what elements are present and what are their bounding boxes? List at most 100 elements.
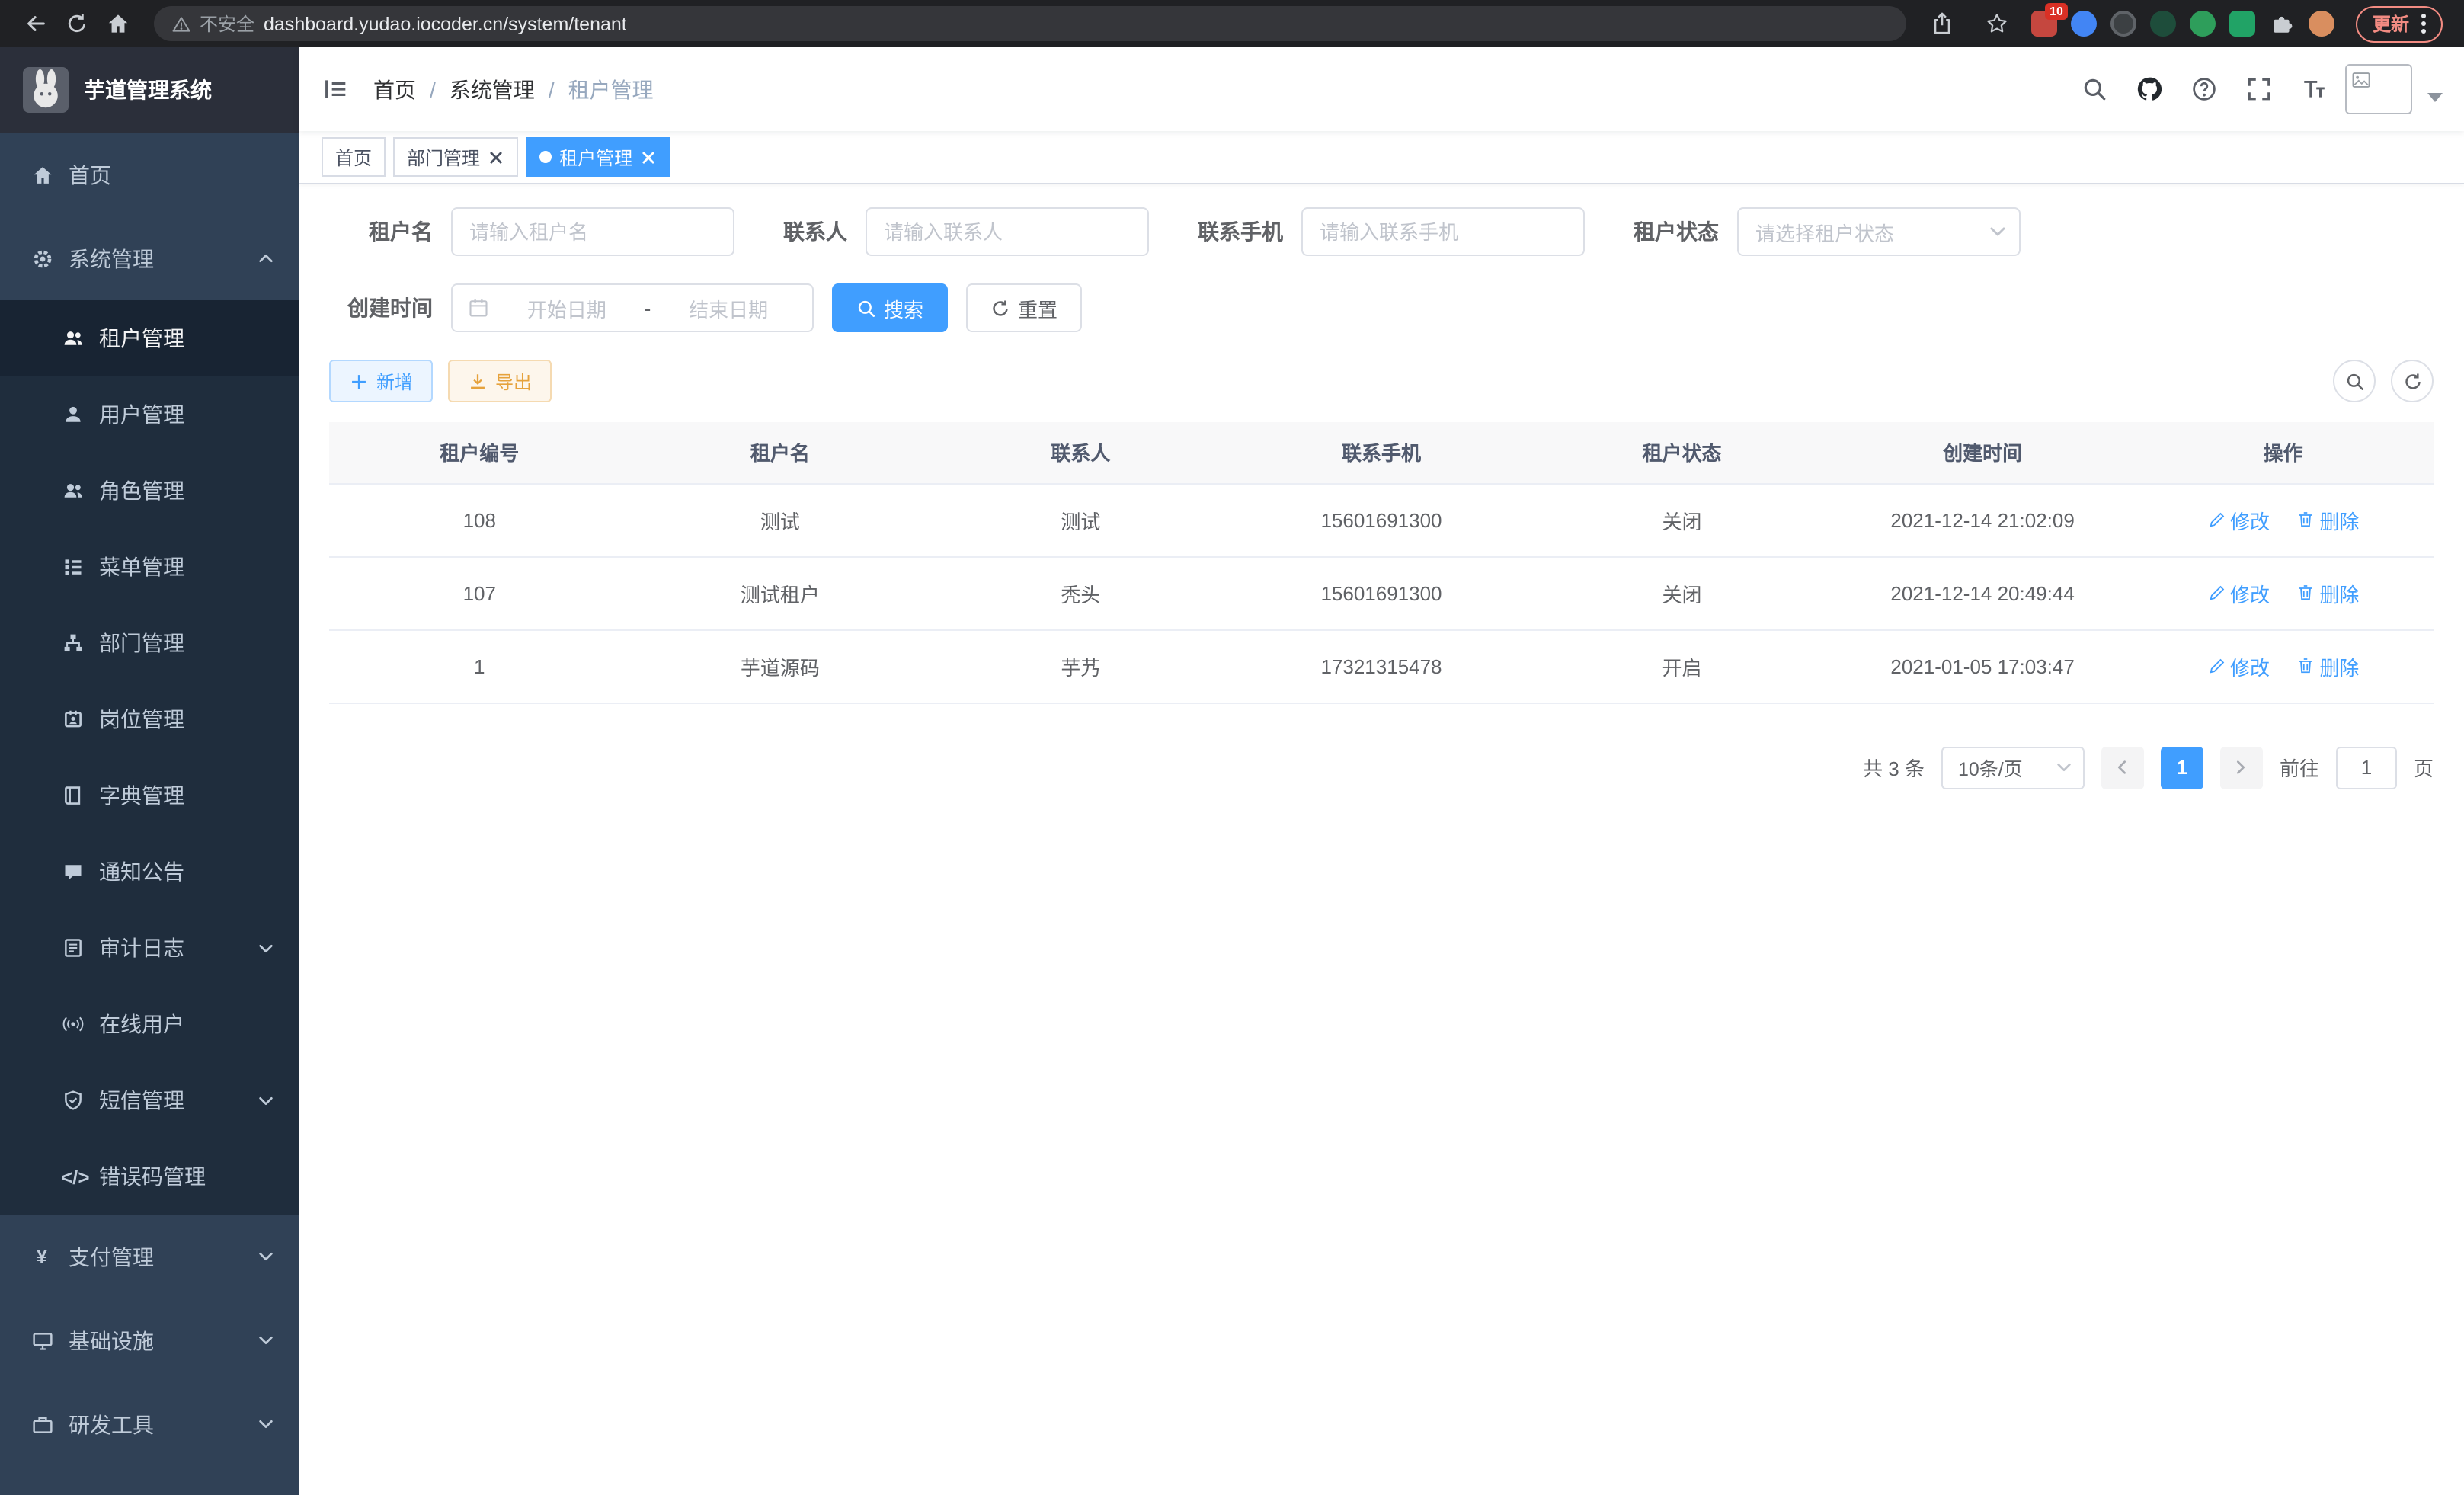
- profile-avatar-icon[interactable]: [2309, 11, 2334, 37]
- edit-link[interactable]: 修改: [2207, 651, 2270, 680]
- github-icon[interactable]: [2126, 66, 2171, 112]
- sidebar-item-sms-management[interactable]: 短信管理: [0, 1062, 299, 1138]
- reset-button[interactable]: 重置: [966, 283, 1082, 332]
- extension-icon-blue[interactable]: [2071, 11, 2097, 37]
- sidebar-item-payment-management[interactable]: ¥ 支付管理: [0, 1215, 299, 1298]
- toggle-search-button[interactable]: [2333, 360, 2376, 402]
- sidebar-item-tenant-management[interactable]: 租户管理: [0, 300, 299, 376]
- download-icon: [468, 371, 488, 391]
- refresh-table-button[interactable]: [2391, 360, 2434, 402]
- fullscreen-icon[interactable]: [2235, 66, 2281, 112]
- export-button[interactable]: 导出: [448, 360, 552, 402]
- breadcrumb-system[interactable]: 系统管理: [450, 74, 535, 104]
- insecure-warning-icon: [172, 14, 190, 33]
- sidebar-fold-button[interactable]: [299, 47, 373, 131]
- sidebar-item-errorcode-management[interactable]: </> 错误码管理: [0, 1138, 299, 1215]
- browser-update-button[interactable]: 更新: [2356, 5, 2443, 42]
- security-label[interactable]: 不安全: [200, 11, 254, 37]
- url-bar[interactable]: 不安全 dashboard.yudao.iocoder.cn/system/te…: [154, 6, 1906, 41]
- tab-tenant-management[interactable]: 租户管理: [526, 137, 670, 177]
- tenant-name-input[interactable]: [451, 207, 734, 256]
- browser-home-button[interactable]: [98, 3, 139, 44]
- sidebar-item-infrastructure[interactable]: 基础设施: [0, 1298, 299, 1382]
- status-select[interactable]: 请选择租户状态: [1737, 207, 2021, 256]
- edit-link[interactable]: 修改: [2207, 578, 2270, 607]
- sidebar-item-home[interactable]: 首页: [0, 133, 299, 216]
- delete-link[interactable]: 删除: [2296, 578, 2359, 607]
- page-number-1[interactable]: 1: [2161, 746, 2203, 789]
- sidebar-item-audit-log[interactable]: 审计日志: [0, 910, 299, 986]
- navbar-actions: [2071, 64, 2464, 114]
- extension-icon-darkgreen[interactable]: [2150, 11, 2176, 37]
- date-range-picker[interactable]: 开始日期 - 结束日期: [451, 283, 814, 332]
- create-time-label: 创建时间: [329, 293, 433, 323]
- add-button[interactable]: 新增: [329, 360, 433, 402]
- sidebar-item-post-management[interactable]: 岗位管理: [0, 681, 299, 757]
- help-icon[interactable]: [2181, 66, 2226, 112]
- close-icon[interactable]: [488, 149, 504, 165]
- contact-label: 联系人: [783, 216, 847, 247]
- contact-input[interactable]: [866, 207, 1149, 256]
- browser-reload-button[interactable]: [56, 3, 98, 44]
- app-logo[interactable]: 芋道管理系统: [0, 47, 299, 133]
- sidebar-item-system-management[interactable]: 系统管理: [0, 216, 299, 300]
- extension-icon-dark[interactable]: [2110, 11, 2136, 37]
- tenant-icon: [61, 327, 84, 350]
- user-avatar[interactable]: [2345, 64, 2412, 114]
- prev-page-button[interactable]: [2101, 746, 2144, 789]
- col-contact: 联系人: [930, 422, 1231, 483]
- user-icon: [61, 403, 84, 426]
- toolbar-right: [2333, 360, 2434, 402]
- next-page-button[interactable]: [2220, 746, 2263, 789]
- screen: 不安全 dashboard.yudao.iocoder.cn/system/te…: [0, 0, 2464, 1495]
- breadcrumb-separator: /: [430, 77, 436, 101]
- delete-link[interactable]: 删除: [2296, 505, 2359, 534]
- sidebar-item-dev-tools[interactable]: 研发工具: [0, 1382, 299, 1466]
- pen-icon: [2207, 584, 2226, 602]
- filter-tenant-name: 租户名: [329, 207, 734, 256]
- sidebar-item-menu-management[interactable]: 菜单管理: [0, 529, 299, 605]
- pagination: 共 3 条 10条/页 1 前往 页: [329, 746, 2434, 789]
- close-icon[interactable]: [640, 149, 657, 165]
- col-status: 租户状态: [1531, 422, 1832, 483]
- end-date-placeholder[interactable]: 结束日期: [660, 293, 797, 322]
- table-row: 107 测试租户 秃头 15601691300 关闭 2021-12-14 20…: [329, 556, 2434, 629]
- start-date-placeholder[interactable]: 开始日期: [498, 293, 635, 322]
- edit-link[interactable]: 修改: [2207, 505, 2270, 534]
- sidebar-item-dict-management[interactable]: 字典管理: [0, 757, 299, 834]
- browser-back-button[interactable]: [15, 3, 56, 44]
- bookmark-star-button[interactable]: [1976, 3, 2018, 44]
- delete-link[interactable]: 删除: [2296, 651, 2359, 680]
- caret-down-icon[interactable]: [2427, 92, 2443, 101]
- filter-contact: 联系人: [783, 207, 1149, 256]
- sidebar-item-dept-management[interactable]: 部门管理: [0, 605, 299, 681]
- page-url[interactable]: dashboard.yudao.iocoder.cn/system/tenant: [264, 13, 627, 34]
- goto-unit: 页: [2414, 753, 2434, 782]
- monitor-icon: [30, 1329, 53, 1352]
- breadcrumb: 首页 / 系统管理 / 租户管理: [373, 74, 654, 104]
- extension-icon-red[interactable]: 10: [2031, 11, 2057, 37]
- refresh-icon: [2402, 371, 2422, 391]
- page-size-select[interactable]: 10条/页: [1941, 746, 2085, 789]
- share-button[interactable]: [1922, 3, 1963, 44]
- pen-icon: [2207, 511, 2226, 529]
- phone-input[interactable]: [1301, 207, 1585, 256]
- sidebar-item-online-users[interactable]: 在线用户: [0, 986, 299, 1062]
- font-size-icon[interactable]: [2290, 66, 2336, 112]
- sidebar-item-user-management[interactable]: 用户管理: [0, 376, 299, 453]
- sidebar-item-role-management[interactable]: 角色管理: [0, 453, 299, 529]
- tab-home[interactable]: 首页: [322, 137, 386, 177]
- tab-dept-management[interactable]: 部门管理: [393, 137, 518, 177]
- breadcrumb-home[interactable]: 首页: [373, 74, 416, 104]
- search-button[interactable]: 搜索: [832, 283, 948, 332]
- sidebar-item-notice[interactable]: 通知公告: [0, 834, 299, 910]
- badge-icon: [61, 708, 84, 731]
- extensions-puzzle-icon[interactable]: [2269, 11, 2295, 37]
- browser-menu-icon[interactable]: [2421, 21, 2426, 26]
- col-actions: 操作: [2133, 422, 2434, 483]
- goto-page-input[interactable]: [2336, 746, 2397, 789]
- gear-icon: [30, 247, 53, 270]
- extension-icon-green[interactable]: [2190, 11, 2216, 37]
- extension-icon-chat[interactable]: [2229, 11, 2255, 37]
- search-icon[interactable]: [2071, 66, 2117, 112]
